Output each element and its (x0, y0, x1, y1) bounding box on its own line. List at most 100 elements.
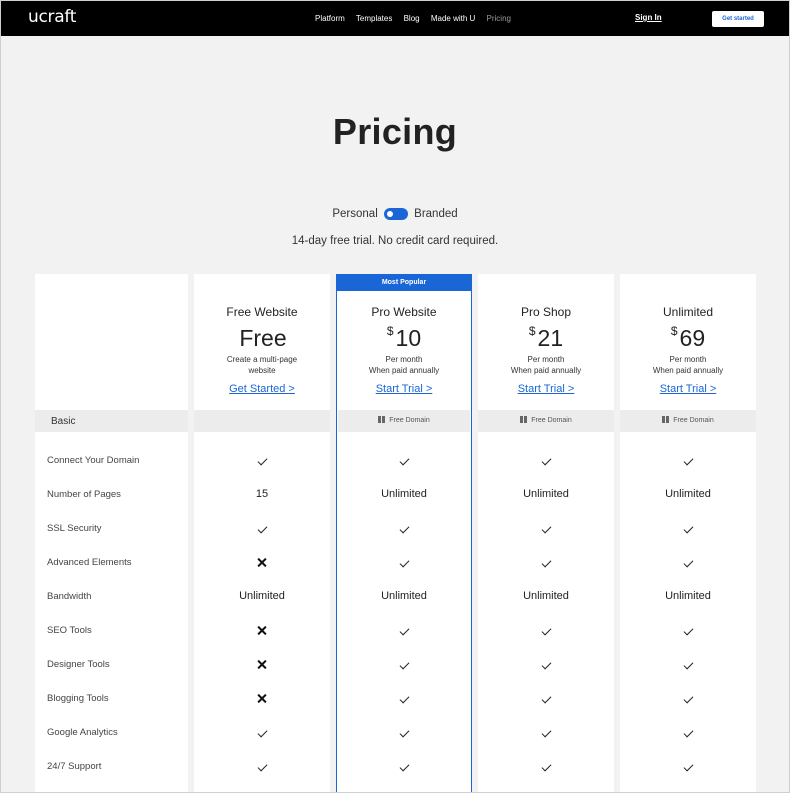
toggle-label-personal[interactable]: Personal (332, 208, 377, 220)
checkmark-icon (399, 455, 409, 466)
feature-label: Advanced Elements (47, 557, 132, 568)
plan-description: Per month When paid annually (510, 355, 582, 375)
feature-value-cell (336, 557, 472, 570)
feature-value-cell (194, 727, 330, 740)
checkmark-icon (541, 693, 551, 704)
checkmark-icon (399, 659, 409, 670)
start-trial-link[interactable]: Start Trial > (336, 383, 472, 395)
feature-value-cell (194, 693, 330, 707)
gift-icon (520, 416, 528, 423)
checkmark-icon (399, 693, 409, 704)
plan-type-toggle-row: Personal Branded (1, 208, 789, 220)
feature-label: Number of Pages (47, 489, 121, 500)
feature-value-cell (620, 523, 756, 536)
nav-templates[interactable]: Templates (356, 14, 392, 23)
checkmark-icon (683, 625, 693, 636)
section-label-basic: Basic (51, 416, 76, 427)
start-trial-link[interactable]: Start Trial > (478, 383, 614, 395)
feature-value-cell (194, 557, 330, 571)
feature-value-cell (478, 761, 614, 774)
free-domain-note: Free Domain (478, 416, 614, 424)
sign-in-link[interactable]: Sign In (635, 13, 662, 22)
free-domain-note: Free Domain (336, 416, 472, 424)
cross-icon (257, 557, 268, 568)
plan-name: Pro Shop (520, 305, 572, 319)
feature-value-cell (336, 523, 472, 536)
plan-description: Create a multi-page website (226, 355, 298, 375)
feature-value-cell (620, 455, 756, 468)
checkmark-icon (683, 761, 693, 772)
feature-value-cell (194, 455, 330, 468)
checkmark-icon (683, 659, 693, 670)
feature-value-cell: Unlimited (381, 488, 427, 500)
feature-value-cell (336, 659, 472, 672)
plan-price: Free (239, 325, 287, 351)
feature-value-cell (478, 625, 614, 638)
feature-value-cell (194, 523, 330, 536)
feature-value-cell (478, 659, 614, 672)
cross-icon (257, 659, 268, 670)
feature-value-cell: Unlimited (665, 590, 711, 602)
checkmark-icon (541, 659, 551, 670)
get-started-button[interactable]: Get started (712, 11, 764, 27)
ucraft-logo[interactable]: ucraft (28, 7, 76, 27)
checkmark-icon (541, 727, 551, 738)
trial-note: 14-day free trial. No credit card requir… (291, 235, 499, 247)
toggle-label-branded[interactable]: Branded (414, 208, 457, 220)
feature-value-cell (478, 523, 614, 536)
start-trial-link[interactable]: Start Trial > (620, 383, 756, 395)
plan-name: Pro Website (371, 305, 437, 319)
top-navigation-bar: ucraft Platform Templates Blog Made with… (1, 1, 789, 36)
feature-value-cell (620, 659, 756, 672)
checkmark-icon (399, 761, 409, 772)
feature-value-cell (478, 557, 614, 570)
plan-price: $69 (670, 324, 706, 351)
checkmark-icon (399, 625, 409, 636)
feature-label: Google Analytics (47, 727, 118, 738)
feature-value-cell (336, 455, 472, 468)
plan-description: Per month When paid annually (652, 355, 724, 375)
plan-name: Unlimited (662, 305, 713, 319)
plan-description: Per month When paid annually (368, 355, 440, 375)
free-domain-note: Free Domain (620, 416, 756, 424)
feature-value-cell (194, 659, 330, 673)
feature-value-cell: 15 (255, 488, 269, 500)
feature-label: Bandwidth (47, 591, 92, 602)
nav-platform[interactable]: Platform (315, 14, 345, 23)
checkmark-icon (399, 557, 409, 568)
checkmark-icon (257, 761, 267, 772)
checkmark-icon (683, 727, 693, 738)
gift-icon (662, 416, 670, 423)
feature-value-cell (620, 761, 756, 774)
main-nav: Platform Templates Blog Made with U Pric… (315, 14, 520, 23)
nav-blog[interactable]: Blog (404, 14, 420, 23)
checkmark-icon (683, 523, 693, 534)
plan-type-switch[interactable] (383, 208, 408, 220)
checkmark-icon (683, 455, 693, 466)
feature-value-cell: Unlimited (523, 488, 569, 500)
feature-label: SEO Tools (47, 625, 92, 636)
feature-label: 24/7 Support (47, 761, 102, 772)
feature-value-cell (194, 625, 330, 639)
checkmark-icon (257, 523, 267, 534)
nav-made-with-u[interactable]: Made with U (431, 14, 475, 23)
feature-label: Blogging Tools (47, 693, 109, 704)
get-started-link[interactable]: Get Started > (194, 383, 330, 395)
checkmark-icon (683, 693, 693, 704)
checkmark-icon (683, 557, 693, 568)
checkmark-icon (257, 455, 267, 466)
section-cell (194, 410, 330, 432)
page-title: Pricing (332, 111, 458, 152)
nav-pricing[interactable]: Pricing (487, 14, 511, 23)
feature-value-cell (620, 625, 756, 638)
feature-value-cell (478, 693, 614, 706)
feature-value-cell (336, 761, 472, 774)
checkmark-icon (541, 523, 551, 534)
feature-value-cell: Unlimited (381, 590, 427, 602)
most-popular-badge: Most Popular (336, 274, 472, 291)
checkmark-icon (541, 557, 551, 568)
feature-value-cell (620, 693, 756, 706)
feature-label: Connect Your Domain (47, 455, 140, 466)
feature-value-cell (336, 625, 472, 638)
checkmark-icon (257, 727, 267, 738)
